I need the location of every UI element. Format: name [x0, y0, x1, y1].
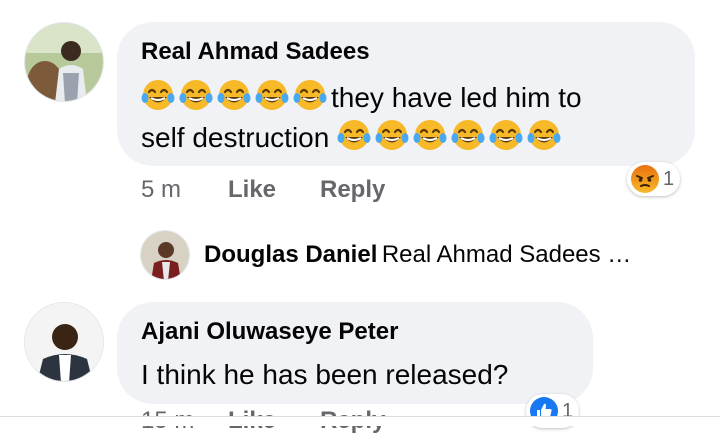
laughing-tears-emoji	[293, 80, 327, 110]
reply-preview[interactable]: Douglas Daniel Real Ahmad Sadees …	[204, 241, 631, 269]
laughing-tears-emoji	[451, 120, 485, 150]
avatar[interactable]	[24, 302, 104, 382]
angry-reaction-icon	[631, 165, 659, 193]
comment-author[interactable]: Ajani Oluwaseye Peter	[141, 318, 398, 346]
laughing-tears-emoji	[337, 120, 565, 153]
comment-text: I think he has been released?	[141, 359, 509, 390]
laughing-tears-emoji	[217, 80, 251, 110]
like-button[interactable]: Like	[228, 176, 276, 204]
reaction-count: 1	[663, 167, 675, 190]
reply-button[interactable]: Reply	[320, 176, 385, 204]
comment-text-line1: they have led him to	[331, 82, 582, 113]
laughing-tears-emoji	[527, 120, 561, 150]
avatar-photo	[25, 303, 103, 381]
laughing-tears-emoji	[413, 120, 447, 150]
comment-text: they have led him to	[141, 77, 582, 118]
laughing-tears-emoji	[255, 80, 289, 110]
laughing-tears-emoji	[141, 80, 331, 113]
avatar[interactable]	[24, 22, 104, 102]
comment-author[interactable]: Real Ahmad Sadees	[141, 38, 370, 66]
reply-author[interactable]: Douglas Daniel	[204, 241, 377, 268]
reaction-summary[interactable]: 1	[627, 162, 681, 196]
laughing-tears-emoji	[179, 80, 213, 110]
avatar-photo	[141, 231, 189, 279]
laughing-tears-emoji	[375, 120, 409, 150]
comment-text-second-line: self destruction	[141, 117, 565, 158]
reply-avatar[interactable]	[140, 230, 190, 280]
comment-text-line2: self destruction	[141, 122, 330, 153]
laughing-tears-emoji	[141, 80, 175, 110]
laughing-tears-emoji	[489, 120, 523, 150]
comment-time[interactable]: 5 m	[141, 176, 181, 204]
reply-text: Real Ahmad Sadees …	[381, 241, 632, 268]
avatar-photo	[25, 23, 103, 101]
laughing-tears-emoji	[337, 120, 371, 150]
